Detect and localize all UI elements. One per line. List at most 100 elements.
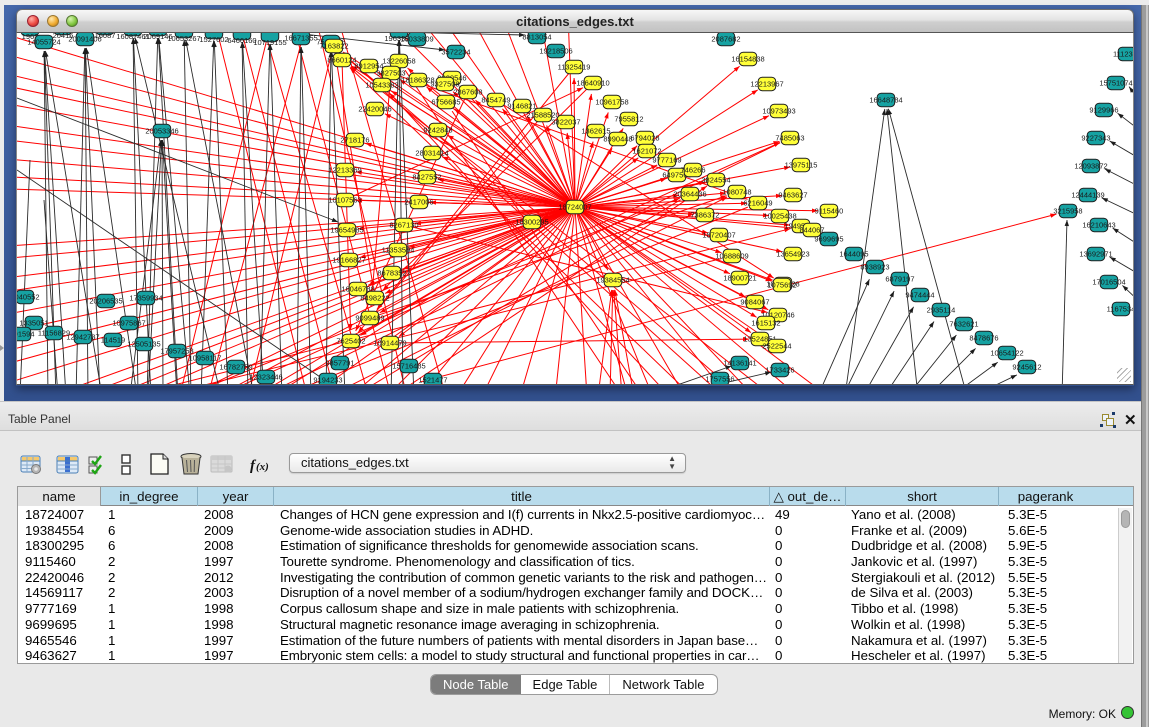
svg-text:(x): (x) xyxy=(256,461,269,473)
svg-text:28031414: 28031414 xyxy=(415,149,448,158)
svg-text:1112398: 1112398 xyxy=(1113,50,1134,59)
svg-text:10025438: 10025438 xyxy=(763,212,796,221)
svg-text:7485063: 7485063 xyxy=(775,134,804,143)
svg-text:12093872: 12093872 xyxy=(1074,162,1107,171)
svg-text:1527602: 1527602 xyxy=(199,35,228,44)
svg-text:844067: 844067 xyxy=(799,226,824,235)
svg-text:12444139: 12444139 xyxy=(1071,191,1104,200)
svg-text:19654985: 19654985 xyxy=(330,226,363,235)
svg-text:13226058: 13226058 xyxy=(382,57,415,66)
svg-text:10654122: 10654122 xyxy=(990,349,1023,358)
svg-text:7632621: 7632621 xyxy=(949,320,978,329)
svg-text:22420046: 22420046 xyxy=(358,105,391,114)
svg-text:12505135: 12505135 xyxy=(127,340,160,349)
svg-text:10914479: 10914479 xyxy=(373,339,406,348)
svg-text:19384554: 19384554 xyxy=(596,276,629,285)
svg-text:16033809: 16033809 xyxy=(400,35,433,44)
svg-text:1080748: 1080748 xyxy=(722,188,751,197)
svg-text:18640910: 18640910 xyxy=(576,79,609,88)
svg-text:16087: 16087 xyxy=(95,33,116,40)
svg-text:11353594: 11353594 xyxy=(382,246,415,255)
svg-text:11156829: 11156829 xyxy=(38,329,70,338)
svg-text:2417006: 2417006 xyxy=(404,198,433,207)
svg-text:8498222: 8498222 xyxy=(360,294,389,303)
svg-text:15716485: 15716485 xyxy=(392,362,425,371)
svg-text:1521477: 1521477 xyxy=(418,376,447,385)
svg-text:10973493: 10973493 xyxy=(762,107,795,116)
svg-text:7955812: 7955812 xyxy=(614,115,643,124)
svg-text:9084067: 9084067 xyxy=(740,298,769,307)
svg-text:1621072: 1621072 xyxy=(632,147,661,156)
svg-text:1167534: 1167534 xyxy=(1107,305,1134,314)
svg-text:17016504: 17016504 xyxy=(1092,278,1125,287)
svg-text:6466160: 6466160 xyxy=(227,36,256,45)
svg-text:8478676: 8478676 xyxy=(969,334,998,343)
svg-text:19166827: 19166827 xyxy=(332,256,365,265)
svg-text:10653267: 10653267 xyxy=(167,34,200,43)
svg-text:20206535: 20206535 xyxy=(89,297,122,306)
svg-text:20364436: 20364436 xyxy=(673,190,706,199)
svg-text:10688609: 10688609 xyxy=(715,252,748,261)
svg-text:1335051: 1335051 xyxy=(19,319,48,328)
svg-text:9099489: 9099489 xyxy=(355,314,384,323)
svg-text:391594: 391594 xyxy=(17,330,35,339)
svg-text:16154838: 16154838 xyxy=(731,55,764,64)
svg-text:3215958: 3215958 xyxy=(1053,207,1082,216)
svg-text:2718176: 2718176 xyxy=(340,136,369,145)
svg-text:8454749: 8454749 xyxy=(481,96,510,105)
svg-text:10958117: 10958117 xyxy=(189,354,222,363)
svg-text:1075692: 1075692 xyxy=(767,281,796,290)
svg-text:2087682: 2087682 xyxy=(711,35,740,44)
svg-text:18720407: 18720407 xyxy=(702,231,735,240)
svg-text:1757556: 1757556 xyxy=(705,375,734,384)
svg-text:14136141: 14136141 xyxy=(723,359,756,368)
svg-text:9227343: 9227343 xyxy=(1081,134,1110,143)
svg-text:10543382: 10543382 xyxy=(365,81,398,90)
svg-text:8267130: 8267130 xyxy=(389,221,418,230)
svg-text:11325419: 11325419 xyxy=(558,63,591,72)
svg-text:2867608: 2867608 xyxy=(453,88,482,97)
svg-text:13975115: 13975115 xyxy=(785,161,818,170)
svg-text:10975867: 10975867 xyxy=(112,319,145,328)
svg-text:1615132: 1615132 xyxy=(751,319,780,328)
svg-text:18724007: 18724007 xyxy=(558,203,591,212)
svg-text:6794028: 6794028 xyxy=(630,134,659,143)
svg-text:3572234: 3572234 xyxy=(441,48,470,57)
svg-text:1644095: 1644095 xyxy=(839,250,868,259)
svg-text:9194233: 9194233 xyxy=(313,376,342,385)
svg-text:12213369: 12213369 xyxy=(328,166,361,175)
svg-text:8678352: 8678352 xyxy=(377,269,406,278)
svg-text:9115460: 9115460 xyxy=(815,207,844,216)
svg-text:8938923: 8938923 xyxy=(860,263,889,272)
svg-text:20053346: 20053346 xyxy=(145,127,178,136)
svg-text:2522544: 2522544 xyxy=(762,342,791,351)
svg-text:746266: 746266 xyxy=(680,166,705,175)
svg-text:6879197: 6879197 xyxy=(885,275,914,284)
svg-text:16210643: 16210643 xyxy=(1082,221,1115,230)
svg-text:7386372: 7386372 xyxy=(690,211,719,220)
svg-text:13692971: 13692971 xyxy=(1079,250,1112,259)
svg-text:8813054: 8813054 xyxy=(522,33,551,42)
svg-text:15751074: 15751074 xyxy=(1099,79,1132,88)
svg-text:18900721: 18900721 xyxy=(723,274,756,283)
svg-text:10107563: 10107563 xyxy=(328,196,361,205)
svg-text:8990448: 8990448 xyxy=(603,135,632,144)
svg-text:16648784: 16648784 xyxy=(869,96,902,105)
svg-text:8427552: 8427552 xyxy=(412,173,441,182)
svg-text:9463627: 9463627 xyxy=(778,191,807,200)
svg-text:17359934: 17359934 xyxy=(129,294,162,303)
svg-text:19218506: 19218506 xyxy=(539,47,572,56)
svg-text:18300295: 18300295 xyxy=(515,218,548,227)
svg-text:1733426: 1733426 xyxy=(765,366,794,375)
svg-text:7625402: 7625402 xyxy=(336,337,365,346)
svg-text:16671355: 16671355 xyxy=(284,34,317,43)
svg-text:12323446: 12323446 xyxy=(249,373,282,382)
svg-text:8660124: 8660124 xyxy=(327,56,356,65)
svg-text:9857791: 9857791 xyxy=(325,359,354,368)
svg-text:9129966: 9129966 xyxy=(1089,106,1118,115)
svg-text:13654923: 13654923 xyxy=(776,250,809,259)
svg-text:10961758: 10961758 xyxy=(595,98,628,107)
svg-text:9474444: 9474444 xyxy=(905,291,934,300)
svg-text:3822037: 3822037 xyxy=(551,118,580,127)
svg-text:9245612: 9245612 xyxy=(1012,363,1041,372)
